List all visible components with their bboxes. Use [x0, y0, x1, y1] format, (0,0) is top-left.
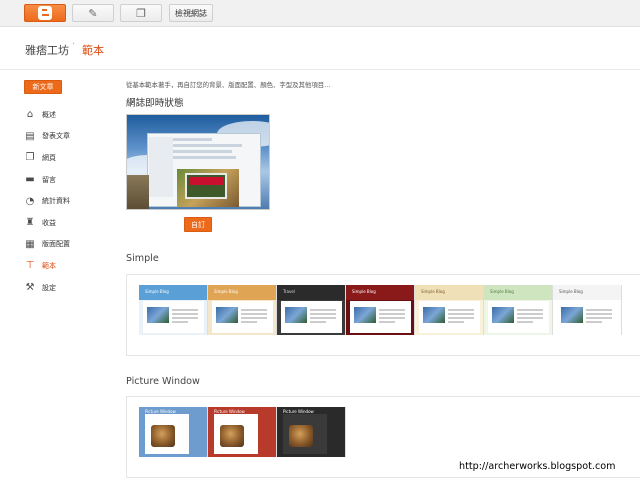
view-blog-button[interactable]: 檢視網誌	[169, 4, 213, 22]
sidebar-item-label: 收益	[42, 218, 56, 227]
comments-icon: ▬	[25, 174, 35, 186]
thumbnail-title: Simple Blog	[214, 289, 238, 294]
simple-template-gallery: Simple Blog Simple Blog Travel Simple Blog S…	[126, 274, 640, 356]
simple-thumbnail-strip: Simple Blog Simple Blog Travel Simple Blog S…	[139, 285, 622, 335]
preview-sidebar	[149, 137, 173, 197]
picture-window-thumbnail-strip: Picture Window Picture Window Picture Wind…	[139, 407, 346, 457]
simple-template-thumbnail[interactable]: Simple Blog	[553, 285, 622, 335]
sidebar-item-label: 網頁	[42, 153, 56, 162]
template-brush-icon: ⊤	[25, 260, 35, 272]
stats-pie-icon: ◔	[25, 195, 35, 207]
sidebar-item-earnings[interactable]: ♜ 收益	[24, 212, 114, 234]
posts-icon: ▤	[25, 130, 35, 142]
blogger-logo-icon	[38, 6, 52, 20]
thumbnail-title: Simple Blog	[352, 289, 376, 294]
layout-icon: ▦	[25, 238, 35, 250]
top-toolbar: ✎ ❐ 檢視網誌	[0, 0, 640, 27]
preview-sign-banner	[189, 177, 223, 185]
intro-text: 從基本範本著手，再自訂您的背景、版面配置、顏色、字型及其他項目…	[126, 81, 331, 89]
picture-window-template-thumbnail[interactable]: Picture Window	[139, 407, 208, 457]
sidebar-item-label: 概述	[42, 110, 56, 119]
thumbnail-title: Simple Blog	[421, 289, 445, 294]
sidebar-nav: ⌂ 概述 ▤ 發表文章 ❐ 網頁 ▬ 留言 ◔ 統計資料 ♜ 收益 ▦ 版面配置…	[24, 104, 114, 298]
thumbnail-title: Simple Blog	[490, 289, 514, 294]
sidebar-item-comments[interactable]: ▬ 留言	[24, 169, 114, 191]
simple-template-thumbnail[interactable]: Simple Blog	[139, 285, 208, 335]
simple-template-thumbnail[interactable]: Simple Blog	[208, 285, 277, 335]
new-post-pencil-button[interactable]: ✎	[72, 4, 114, 22]
sidebar-item-posts[interactable]: ▤ 發表文章	[24, 126, 114, 148]
blog-name[interactable]: 雅痞工坊	[25, 42, 69, 58]
live-blog-heading: 網誌即時狀態	[126, 98, 184, 109]
sidebar-item-label: 設定	[42, 283, 56, 292]
sidebar-item-settings[interactable]: ⚒ 設定	[24, 277, 114, 299]
thumbnail-title: Travel	[283, 289, 295, 294]
simple-template-thumbnail[interactable]: Simple Blog	[346, 285, 415, 335]
customize-button[interactable]: 自訂	[184, 217, 212, 232]
pencil-icon: ✎	[88, 6, 98, 20]
breadcrumb-separator: ·	[72, 39, 76, 50]
blogger-home-button[interactable]	[24, 4, 66, 22]
sidebar-item-layout[interactable]: ▦ 版面配置	[24, 234, 114, 256]
watermark-url: http://archerworks.blogspot.com	[459, 461, 616, 472]
home-icon: ⌂	[26, 109, 34, 121]
sidebar-item-label: 留言	[42, 175, 56, 184]
thumbnail-title: Simple Blog	[559, 289, 583, 294]
picture-window-section-title: Picture Window	[126, 376, 200, 387]
sidebar-item-pages[interactable]: ❐ 網頁	[24, 147, 114, 169]
simple-template-thumbnail[interactable]: Travel	[277, 285, 346, 335]
new-post-button[interactable]: 新文章	[24, 80, 62, 94]
page-header: 雅痞工坊 · 範本	[0, 28, 640, 70]
thumbnail-title: Simple Blog	[145, 289, 169, 294]
copy-pages-icon: ❐	[136, 6, 146, 20]
picture-window-template-thumbnail[interactable]: Picture Window	[277, 407, 346, 457]
sidebar-item-label: 版面配置	[42, 240, 70, 249]
trophy-icon: ♜	[25, 217, 35, 229]
sidebar-item-stats[interactable]: ◔ 統計資料	[24, 190, 114, 212]
simple-template-thumbnail[interactable]: Simple Blog	[484, 285, 553, 335]
live-blog-preview[interactable]	[126, 114, 270, 210]
sidebar-item-template[interactable]: ⊤ 範本	[24, 255, 114, 277]
simple-template-thumbnail[interactable]: Simple Blog	[415, 285, 484, 335]
sidebar-item-label: 範本	[42, 261, 56, 270]
simple-section-title: Simple	[126, 253, 159, 264]
view-pages-button[interactable]: ❐	[120, 4, 162, 22]
wrench-icon: ⚒	[25, 282, 35, 294]
sidebar-item-label: 統計資料	[42, 197, 70, 206]
sidebar-item-label: 發表文章	[42, 132, 70, 141]
picture-window-template-thumbnail[interactable]: Picture Window	[208, 407, 277, 457]
sidebar-item-overview[interactable]: ⌂ 概述	[24, 104, 114, 126]
preview-rock	[127, 175, 149, 209]
pages-icon: ❐	[25, 152, 35, 164]
page-title: 範本	[82, 44, 104, 57]
